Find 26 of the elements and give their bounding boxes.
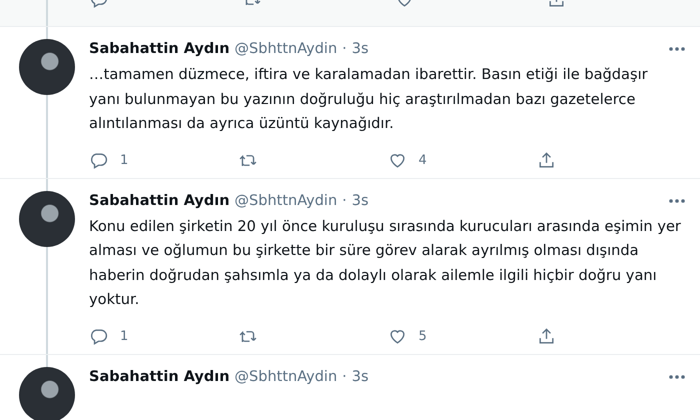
- user-name[interactable]: Sabahattin Aydın: [89, 41, 230, 57]
- user-name[interactable]: Sabahattin Aydın: [89, 368, 230, 384]
- like-count: 5: [418, 328, 427, 344]
- tweet-text: Konu edilen şirketin 20 yıl önce kuruluşu sırasında kurucuları arasında eşimin yer alması ve oğlumun bu şirkette bir süre görev alarak ayrılmış olması dışında haberin doğrudan şahsımla ya da dolaylı olarak ailemle ilgili hiçbir doğru yanı yoktur.: [89, 216, 681, 310]
- reply-icon[interactable]: [89, 150, 108, 170]
- reply-icon[interactable]: [89, 326, 108, 346]
- user-handle[interactable]: @SbhttnAydin: [234, 368, 338, 384]
- reply-count: 1: [120, 328, 128, 344]
- separator-dot: ·: [342, 41, 347, 57]
- avatar[interactable]: [19, 366, 75, 420]
- like-count: 4: [418, 152, 427, 168]
- share-icon[interactable]: [536, 150, 556, 170]
- more-icon[interactable]: [668, 374, 686, 380]
- separator-dot: ·: [342, 192, 347, 208]
- user-name[interactable]: Sabahattin Aydın: [89, 192, 230, 208]
- tweet-text: …tamamen düzmece, iftira ve karalamadan ibarettir. Basın etiği ile bağdaşır yanı bulunmayan bu yazının doğruluğu hiç araştırılmadan bazı gazetelerce alıntılanması da ayrıca üzüntü kaynağıdır.: [89, 65, 649, 134]
- tweet-time[interactable]: 3s: [352, 192, 369, 208]
- separator-dot: ·: [342, 368, 347, 384]
- reply-count: 1: [120, 152, 128, 168]
- tweet-time[interactable]: 3s: [352, 41, 369, 57]
- share-icon[interactable]: [536, 326, 556, 346]
- user-handle[interactable]: @SbhttnAydin: [234, 41, 338, 57]
- more-icon[interactable]: [668, 198, 686, 204]
- more-icon[interactable]: [668, 46, 686, 52]
- tweet-time[interactable]: 3s: [352, 368, 369, 384]
- user-handle[interactable]: @SbhttnAydin: [234, 192, 338, 208]
